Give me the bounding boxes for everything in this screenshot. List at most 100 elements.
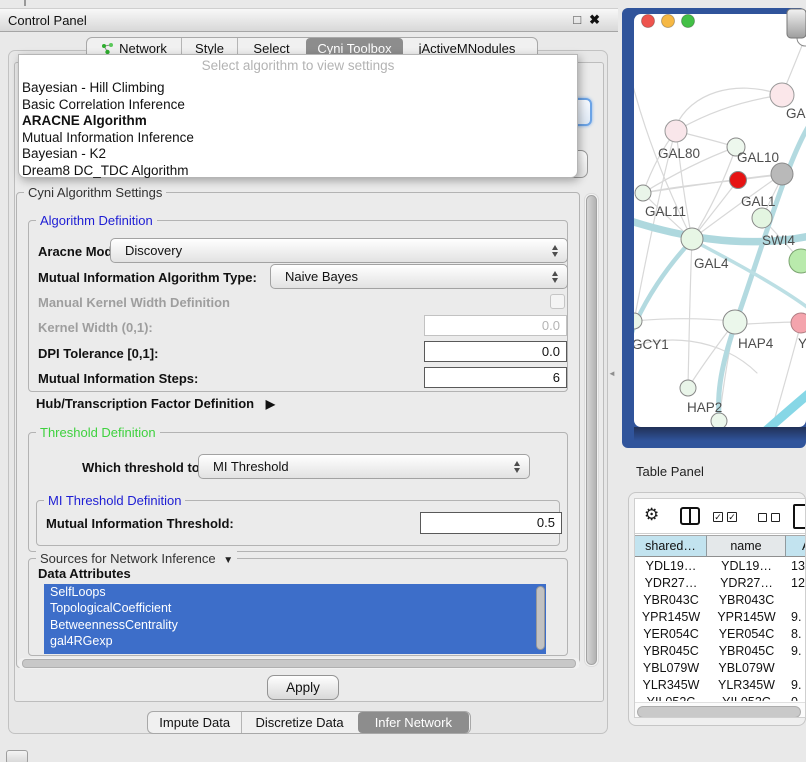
table-cell: YIL052C [635, 694, 707, 701]
table-cell: YDL19… [635, 558, 707, 575]
settings-vscrollbar-thumb[interactable] [586, 195, 597, 665]
deselect-all-checkboxes-icon[interactable] [758, 513, 780, 522]
network-node[interactable] [791, 313, 806, 333]
node-label: GAL [786, 106, 806, 121]
window-corner-button[interactable] [787, 9, 806, 38]
table-row[interactable]: YDR27…YDR27…12 [635, 575, 806, 592]
tab-discretize-data[interactable]: Discretize Data [241, 712, 356, 733]
mi-type-label: Mutual Information Algorithm Type: [38, 270, 257, 285]
tab-impute-data[interactable]: Impute Data [148, 712, 241, 733]
table-cell: YBL079W [635, 660, 707, 677]
table-cell: YDR27… [635, 575, 707, 592]
close-window-button[interactable] [642, 15, 655, 28]
zoom-window-button[interactable] [682, 15, 695, 28]
algorithm-options-list: Bayesian - Hill ClimbingBasic Correlatio… [19, 80, 577, 179]
minimize-window-button[interactable] [662, 15, 675, 28]
attribute-item[interactable]: gal4RGexp [44, 633, 546, 649]
node-label: GCY1 [632, 337, 669, 352]
mi-threshold-field[interactable]: 0.5 [420, 512, 562, 534]
panel-divider-handle[interactable]: ◄ [608, 369, 616, 378]
window-shadow [634, 427, 806, 441]
table-cell: YDR27… [707, 575, 786, 592]
table-row[interactable]: YBR045CYBR045C9. [635, 643, 806, 660]
algorithm-option[interactable]: Mutual Information Inference [19, 130, 577, 147]
table-row[interactable]: YDL19…YDL19…13 [635, 558, 806, 575]
network-node[interactable] [771, 163, 793, 185]
algorithm-option[interactable]: Basic Correlation Inference [19, 97, 577, 114]
table-row[interactable]: YLR345WYLR345W9. [635, 677, 806, 694]
dpi-tolerance-field[interactable]: 0.0 [424, 341, 567, 362]
table-hscrollbar-track[interactable] [635, 702, 806, 718]
attribute-item[interactable]: TopologicalCoefficient [44, 600, 546, 616]
expand-triangle-icon[interactable]: ▶ [266, 397, 275, 411]
mi-steps-field[interactable]: 6 [424, 367, 567, 388]
node-label: Y [798, 336, 806, 351]
mi-type-combobox[interactable]: Naive Bayes [270, 264, 568, 289]
network-node[interactable] [730, 172, 747, 189]
hub-label-text: Hub/Transcription Factor Definition [36, 396, 254, 411]
attribute-item[interactable]: SelfLoops [44, 584, 546, 600]
node-label: GAL10 [737, 150, 779, 165]
table-header-row: shared…nameA [635, 535, 806, 557]
data-attributes-label: Data Attributes [38, 566, 131, 581]
node-GAL1[interactable] [752, 208, 772, 228]
minimized-window-icon[interactable] [6, 750, 28, 762]
table-cell: YBR043C [707, 592, 786, 609]
table-cell: YPR145W [707, 609, 786, 626]
table-cell [786, 660, 806, 677]
aracne-mode-combobox[interactable]: Discovery [110, 238, 568, 263]
node-label: SWI4 [762, 233, 795, 248]
network-node[interactable] [770, 83, 794, 107]
hub-definition-label[interactable]: Hub/Transcription Factor Definition ▶ [36, 396, 275, 411]
column-header[interactable]: shared… [635, 535, 707, 557]
table-cell: 0 [786, 694, 806, 701]
kernel-width-field[interactable]: 0.0 [424, 315, 567, 336]
table-row[interactable]: YPR145WYPR145W9. [635, 609, 806, 626]
sources-title[interactable]: Sources for Network Inference ▼ [36, 551, 237, 566]
table-cell: YLR345W [635, 677, 707, 694]
network-canvas[interactable] [634, 14, 806, 427]
node-GAL11[interactable] [635, 185, 651, 201]
tab-label: Impute Data [159, 715, 230, 730]
node-label: GAL1 [741, 194, 776, 209]
node-GAL4[interactable] [681, 228, 703, 250]
attributes-scrollbar[interactable] [536, 586, 545, 650]
node-HAP2[interactable] [680, 380, 696, 396]
table-row[interactable]: YER054CYER054C8. [635, 626, 806, 643]
table-toolbar: ⚙ ✓✓ [635, 499, 806, 534]
table-row[interactable]: YBR043CYBR043C [635, 592, 806, 609]
apply-button[interactable]: Apply [267, 675, 339, 700]
network-node[interactable] [711, 413, 727, 429]
float-panel-icon[interactable]: □ [573, 12, 581, 28]
gear-icon[interactable]: ⚙ [644, 505, 659, 525]
node-HAP4[interactable] [723, 310, 747, 334]
column-header[interactable]: A [786, 535, 806, 557]
algorithm-option[interactable]: Bayesian - Hill Climbing [19, 80, 577, 97]
collapse-triangle-icon[interactable]: ▼ [223, 555, 233, 566]
attribute-item[interactable]: BetweennessCentrality [44, 617, 546, 633]
manual-kernel-checkbox[interactable] [550, 294, 565, 309]
table-cell: YBR045C [635, 643, 707, 660]
column-header[interactable]: name [707, 535, 786, 557]
close-panel-icon[interactable]: ✖ [589, 12, 600, 28]
table-row[interactable]: YBL079WYBL079W [635, 660, 806, 677]
mi-threshold-label: Mutual Information Threshold: [46, 516, 234, 531]
settings-group-title: Cyni Algorithm Settings [24, 185, 166, 200]
threshold-definition-title: Threshold Definition [36, 425, 160, 440]
algorithm-option[interactable]: Bayesian - K2 [19, 146, 577, 163]
new-table-icon[interactable] [793, 504, 806, 529]
algorithm-option[interactable]: Dream8 DC_TDC Algorithm [19, 163, 577, 180]
table-cell: 9. [786, 609, 806, 626]
tab-infer-network[interactable]: Infer Network [358, 712, 469, 733]
table-hscrollbar-thumb[interactable] [637, 706, 801, 718]
settings-hscrollbar-thumb[interactable] [22, 659, 576, 668]
tab-label: Discretize Data [255, 715, 343, 730]
table-row[interactable]: YIL052CYIL052C0 [635, 694, 806, 701]
select-all-checkboxes-icon[interactable]: ✓✓ [713, 512, 737, 522]
table-cell: YER054C [635, 626, 707, 643]
algorithm-option[interactable]: ARACNE Algorithm [19, 113, 577, 130]
which-threshold-combobox[interactable]: MI Threshold [198, 454, 530, 479]
network-view-window[interactable]: GALGAL80GAL10GAL11GAL1SWI4GAL4GCY1HAP4YH… [622, 8, 806, 450]
node-GAL80[interactable] [665, 120, 687, 142]
columns-icon[interactable] [680, 507, 700, 525]
